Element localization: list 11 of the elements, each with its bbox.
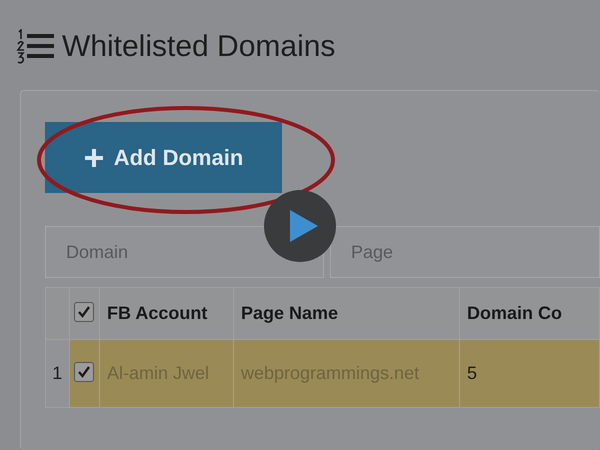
page-title: Whitelisted Domains	[62, 29, 336, 65]
table-cell: 5	[460, 340, 600, 408]
video-play-overlay[interactable]	[264, 190, 336, 262]
row-number: 1	[46, 340, 70, 408]
checkbox[interactable]	[74, 302, 94, 322]
checkbox[interactable]	[74, 362, 94, 382]
filter-field[interactable]: Page	[330, 226, 600, 278]
column-header[interactable]: Page Name	[234, 288, 460, 340]
numbered-list-icon	[16, 28, 56, 64]
add-domain-button[interactable]: Add Domain	[45, 122, 282, 193]
plus-icon	[84, 148, 104, 168]
